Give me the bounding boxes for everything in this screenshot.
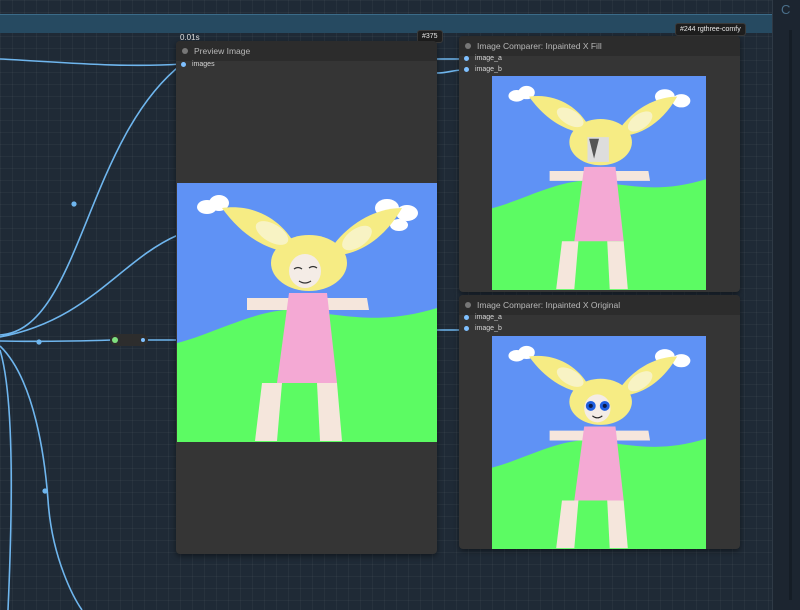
input-slot-images[interactable]: images: [181, 61, 215, 68]
preview-image-output[interactable]: [177, 183, 437, 442]
slot-label: image_b: [475, 325, 502, 332]
node-title: Image Comparer: Inpainted X Fill: [477, 41, 602, 51]
collapse-dot-icon[interactable]: [465, 43, 471, 49]
reroute-node[interactable]: [110, 334, 148, 346]
node-title: Preview Image: [194, 46, 251, 56]
painting-image: [492, 76, 706, 290]
image-comparer-original-header[interactable]: Image Comparer: Inpainted X Original: [459, 295, 740, 315]
slot-label: image_a: [475, 55, 502, 62]
comparer-fill-image[interactable]: [492, 76, 706, 290]
slot-connector-icon[interactable]: [181, 62, 186, 67]
comparer-original-image[interactable]: [492, 336, 706, 549]
reroute-input-dot[interactable]: [112, 337, 118, 343]
panel-scrollbar[interactable]: [789, 30, 792, 600]
side-panel[interactable]: C: [772, 0, 800, 610]
slot-label: image_b: [475, 66, 502, 73]
image-comparer-fill-header[interactable]: Image Comparer: Inpainted X Fill: [459, 36, 740, 56]
slot-connector-icon[interactable]: [464, 67, 469, 72]
reroute-output-dot[interactable]: [141, 338, 145, 342]
node-title: Image Comparer: Inpainted X Original: [477, 300, 621, 310]
collapse-dot-icon[interactable]: [182, 48, 188, 54]
slot-label: images: [192, 61, 215, 68]
input-slot-image-a[interactable]: image_a: [464, 314, 502, 321]
input-slot-image-a[interactable]: image_a: [464, 55, 502, 62]
input-slot-image-b[interactable]: image_b: [464, 325, 502, 332]
slot-connector-icon[interactable]: [464, 326, 469, 331]
input-slot-image-b[interactable]: image_b: [464, 66, 502, 73]
painting-image: [177, 183, 437, 442]
node-id-badge: #244 rgthree-comfy: [675, 23, 746, 36]
painting-image: [492, 336, 706, 549]
collapse-dot-icon[interactable]: [465, 302, 471, 308]
slot-label: image_a: [475, 314, 502, 321]
group-title-bar[interactable]: [0, 14, 772, 33]
slot-connector-icon[interactable]: [464, 56, 469, 61]
preview-image-node-header[interactable]: Preview Image: [176, 41, 437, 61]
panel-glyph: C: [781, 2, 791, 17]
slot-connector-icon[interactable]: [464, 315, 469, 320]
